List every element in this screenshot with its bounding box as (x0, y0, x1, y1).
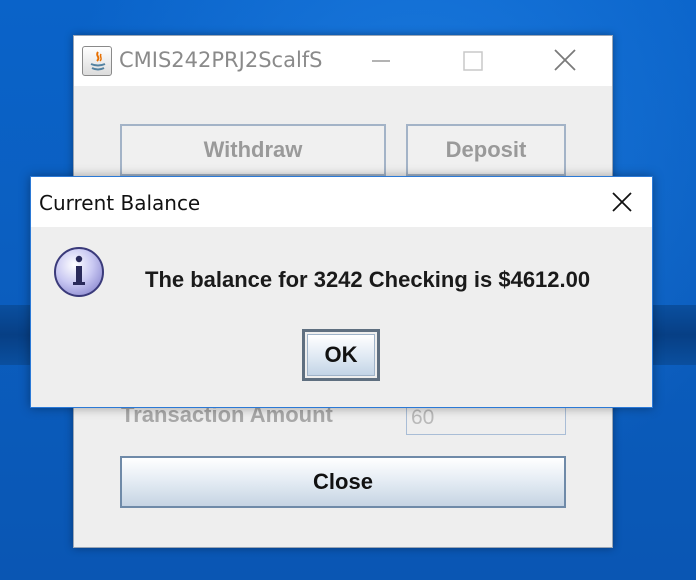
main-titlebar: CMIS242PRJ2ScalfS (74, 36, 612, 86)
ok-button-label: OK (307, 334, 375, 376)
info-icon (52, 245, 106, 299)
current-balance-dialog: Current Balance The balance for 3242 Che… (30, 176, 653, 408)
withdraw-button[interactable]: Withdraw (120, 124, 386, 176)
dialog-title: Current Balance (39, 191, 201, 215)
maximize-button[interactable] (450, 44, 496, 78)
dialog-titlebar: Current Balance (31, 177, 652, 227)
main-window-title: CMIS242PRJ2ScalfS (119, 48, 323, 72)
close-button[interactable]: Close (120, 456, 566, 508)
deposit-button[interactable]: Deposit (406, 124, 566, 176)
minimize-button[interactable] (358, 44, 404, 78)
ok-button[interactable]: OK (302, 329, 380, 381)
main-close-window-button[interactable] (542, 44, 588, 78)
dialog-message: The balance for 3242 Checking is $4612.0… (145, 267, 591, 292)
java-app-icon (82, 46, 112, 76)
dialog-close-icon[interactable] (597, 183, 647, 221)
